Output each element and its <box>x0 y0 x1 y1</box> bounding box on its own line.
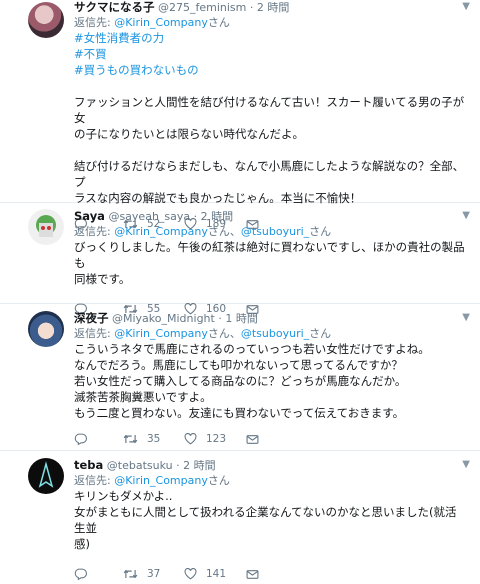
like-count: 141 <box>206 568 227 580</box>
text-line: の子になりたいとは限らない時代なんだよ。 <box>74 127 304 141</box>
mention-link[interactable]: @Kirin_Company <box>114 474 208 487</box>
reply-context: 返信先: @Kirin_Companyさん <box>74 474 230 487</box>
tweet[interactable]: 深夜子 @Miyako_Midnight · 1 時間 ▼ 返信先: @Kiri… <box>0 304 480 451</box>
text-line: キリンもダメかよ.. <box>74 489 173 503</box>
chevron-down-icon[interactable]: ▼ <box>462 311 470 325</box>
reply-icon <box>74 568 87 580</box>
chevron-down-icon[interactable]: ▼ <box>462 209 470 223</box>
reply-button[interactable] <box>74 433 123 445</box>
tweet[interactable]: サクマになる子 @275_feminism · 2 時間 ▼ 返信先: @Kir… <box>0 0 480 230</box>
text-line: もう二度と買わない。友達にも買わないでって伝えておきます。 <box>74 406 405 420</box>
chevron-down-icon[interactable]: ▼ <box>462 458 470 472</box>
retweet-count: 37 <box>147 568 161 580</box>
mail-icon <box>246 569 259 580</box>
tweet-text: びっくりしました。午後の紅茶は絶対に買わないですし、ほかの貴社の製品も同様です。 <box>74 239 480 287</box>
tweet-text: #女性消費者の力 #不買 #買うもの買わないものファッションと人間性を結び付けるなん… <box>74 30 480 206</box>
text-line: こういうネタで馬鹿にされるのっていっつも若い女性だけですよね。 <box>74 342 430 356</box>
retweet-count: 35 <box>147 433 161 445</box>
reply-context: 返信先: @Kirin_Companyさん、@tsuboyuri_さん <box>74 225 332 238</box>
handle[interactable]: @tebatsuku <box>107 459 173 472</box>
timestamp[interactable]: 1 時間 <box>225 312 258 325</box>
mail-icon <box>246 434 259 445</box>
retweet-icon <box>123 568 138 580</box>
tweet[interactable]: Saya @sayeah_saya · 2 時間 ▼ 返信先: @Kirin_C… <box>0 203 480 315</box>
tweet-header: Saya @sayeah_saya · 2 時間 ▼ <box>74 209 470 223</box>
mention-link[interactable]: @tsuboyuri_ <box>241 327 309 340</box>
mention-link[interactable]: @Kirin_Company <box>114 16 208 29</box>
retweet-icon <box>123 433 138 445</box>
avatar[interactable] <box>28 209 64 245</box>
reply-context: 返信先: @Kirin_Companyさん、@tsuboyuri_さん <box>74 327 332 340</box>
avatar[interactable] <box>28 2 64 38</box>
mention-link[interactable]: @Kirin_Company <box>114 225 208 238</box>
tweet-actions: 35 123 <box>74 429 480 449</box>
tweet-actions: 37 141 <box>74 564 480 584</box>
tweet[interactable]: teba @tebatsuku · 2 時間 ▼ 返信先: @Kirin_Com… <box>0 451 480 580</box>
avatar[interactable] <box>28 458 64 494</box>
dm-button[interactable] <box>246 569 266 580</box>
tweet-header: 深夜子 @Miyako_Midnight · 1 時間 ▼ <box>74 311 470 325</box>
tweet-header: teba @tebatsuku · 2 時間 ▼ <box>74 458 470 472</box>
reply-icon <box>74 433 87 445</box>
timestamp[interactable]: 2 時間 <box>257 1 290 14</box>
avatar[interactable] <box>28 311 64 347</box>
text-line: 若い女性だって購入してる商品なのに？どっちが馬鹿なんだか。 <box>74 374 407 388</box>
text-line: なんでだろう。馬鹿にしても叩かれないって思ってるんですか？ <box>74 358 403 372</box>
text-line: 女がまともに人間として扱われる企業なんてないのかなと思いました(就活生並 <box>74 505 457 535</box>
like-count: 123 <box>206 433 227 445</box>
like-button[interactable]: 123 <box>184 433 246 445</box>
heart-icon <box>184 433 197 445</box>
reply-context: 返信先: @Kirin_Companyさん <box>74 16 230 29</box>
timestamp[interactable]: 2 時間 <box>183 459 216 472</box>
display-name[interactable]: Saya <box>74 209 105 223</box>
text-line: 同様です。 <box>74 272 131 286</box>
hashtag-link[interactable]: #不買 <box>74 46 466 62</box>
display-name[interactable]: 深夜子 <box>74 311 109 325</box>
handle[interactable]: @275_feminism <box>158 1 246 14</box>
tweet-header: サクマになる子 @275_feminism · 2 時間 ▼ <box>74 0 470 14</box>
timestamp[interactable]: 2 時間 <box>201 210 234 223</box>
text-line: ファッションと人間性を結び付けるなんて古い！スカート履いてる男の子が女 <box>74 95 465 125</box>
reply-button[interactable] <box>74 568 123 580</box>
chevron-down-icon[interactable]: ▼ <box>462 0 470 14</box>
like-button[interactable]: 141 <box>184 568 246 580</box>
tweet-text: キリンもダメかよ.. 女がまともに人間として扱われる企業なんてないのかなと思いまし… <box>74 488 480 552</box>
display-name[interactable]: teba <box>74 458 103 472</box>
text-line: 滅茶苦茶胸糞悪いですよ。 <box>74 390 212 404</box>
text-line: 感) <box>74 537 90 551</box>
hashtag-link[interactable]: #女性消費者の力 <box>74 30 466 46</box>
handle[interactable]: @Miyako_Midnight <box>112 312 215 325</box>
display-name[interactable]: サクマになる子 <box>74 0 155 14</box>
retweet-button[interactable]: 37 <box>123 568 184 580</box>
text-line: 結び付けるだけならまだしも、なんで小馬鹿にしたような解説なの？全部、プ <box>74 159 465 189</box>
hashtag-link[interactable]: #買うもの買わないもの <box>74 62 466 78</box>
handle[interactable]: @sayeah_saya <box>108 210 190 223</box>
heart-icon <box>184 568 197 580</box>
mention-link[interactable]: @tsuboyuri_ <box>241 225 309 238</box>
mention-link[interactable]: @Kirin_Company <box>114 327 208 340</box>
retweet-button[interactable]: 35 <box>123 433 184 445</box>
tweet-text: こういうネタで馬鹿にされるのっていっつも若い女性だけですよね。 なんでだろう。馬鹿… <box>74 341 480 421</box>
dm-button[interactable] <box>246 434 266 445</box>
text-line: びっくりしました。午後の紅茶は絶対に買わないですし、ほかの貴社の製品も <box>74 240 465 270</box>
